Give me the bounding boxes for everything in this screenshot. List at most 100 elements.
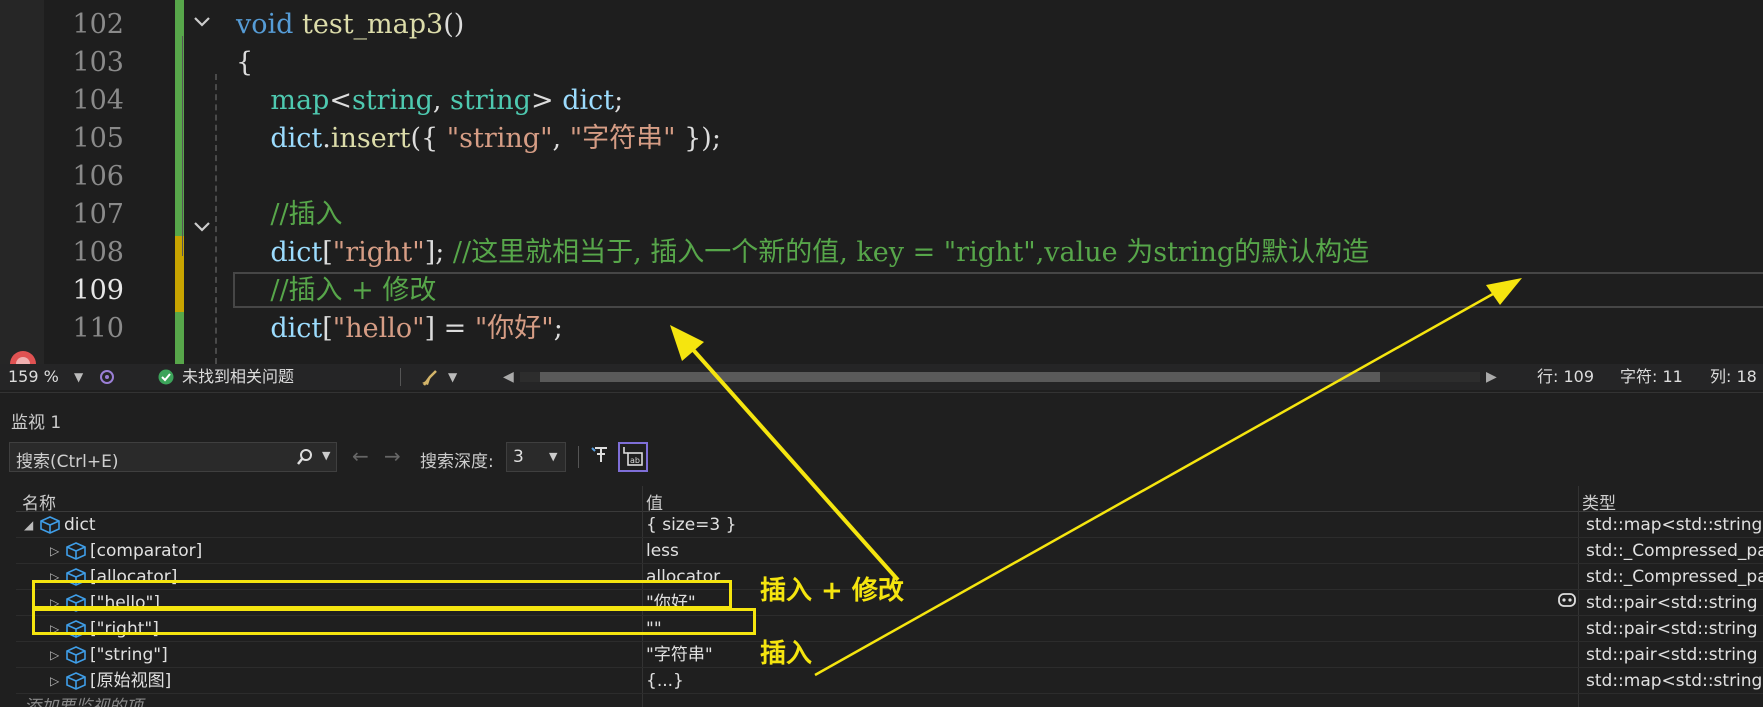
editor-status-bar: 159 % ▼ 未找到相关问题 ▼ ◀ ▶ 行: 109 字符: 11 列: 1… bbox=[0, 364, 1763, 390]
code-text[interactable]: dict["hello"] = "你好"; bbox=[236, 310, 562, 348]
code-text[interactable]: void test_map3() bbox=[236, 6, 464, 44]
annotation-insert-modify: 插入 + 修改 bbox=[760, 576, 904, 606]
code-token: [ bbox=[322, 237, 333, 268]
code-text[interactable]: dict["right"]; //这里就相当于, 插入一个新的值, key = … bbox=[236, 234, 1369, 272]
watch-row-type: std::map<std::string,std::string> bbox=[1586, 515, 1763, 535]
expand-arrow-icon[interactable]: ▷ bbox=[50, 538, 59, 564]
divider bbox=[400, 368, 401, 386]
copilot-icon[interactable] bbox=[1556, 589, 1578, 609]
watch-window: 监视 1 搜索(Ctrl+E) ▼ ← → 搜索深度: 3 ▼ ab 名称 值 … bbox=[0, 392, 1763, 707]
watch-row-value[interactable]: {...} bbox=[646, 668, 684, 694]
watch-row-value[interactable]: less bbox=[646, 538, 679, 564]
highlight-box-right-row bbox=[32, 608, 756, 635]
code-text[interactable]: map<string, string> dict; bbox=[236, 82, 623, 120]
code-token: ] = bbox=[424, 313, 475, 344]
watch-row-value[interactable]: "字符串" bbox=[646, 642, 713, 668]
char-indicator[interactable]: 字符: 11 bbox=[1620, 364, 1683, 390]
watch-row-value[interactable]: { size=3 } bbox=[646, 512, 736, 538]
code-line[interactable]: 104 map<string, string> dict; bbox=[0, 82, 1763, 120]
search-depth-select[interactable]: 3 ▼ bbox=[506, 442, 566, 472]
watch-row-type: std::pair<std::string const bbox=[1586, 645, 1763, 665]
watch-row[interactable]: ▷ [comparator] less std::_Compressed_pair bbox=[16, 538, 1763, 564]
variable-object-icon bbox=[66, 542, 86, 560]
code-token: [ bbox=[322, 313, 333, 344]
error-glyph-icon bbox=[10, 351, 36, 364]
zoom-dropdown-icon[interactable]: ▼ bbox=[74, 364, 83, 390]
code-text[interactable]: //插入 bbox=[236, 196, 343, 234]
code-token: //插入 bbox=[270, 199, 343, 230]
search-options-dropdown-icon[interactable]: ▼ bbox=[322, 449, 330, 462]
line-number: 107 bbox=[72, 199, 124, 230]
code-token: "字符串" bbox=[569, 123, 676, 154]
hex-display-toggle-button[interactable]: ab bbox=[618, 442, 648, 472]
expand-arrow-icon[interactable]: ▷ bbox=[50, 668, 59, 694]
code-token: map bbox=[270, 85, 330, 116]
watch-row[interactable]: ▷ ["string"] "字符串" std::pair<std::string co… bbox=[16, 642, 1763, 668]
search-forward-icon[interactable]: → bbox=[384, 444, 401, 468]
code-token: ({ bbox=[410, 123, 447, 154]
line-number: 110 bbox=[72, 313, 124, 344]
code-text[interactable]: dict.insert({ "string", "字符串" }); bbox=[236, 120, 721, 158]
code-token: insert bbox=[330, 123, 411, 154]
code-line[interactable]: 109 //插入 + 修改 bbox=[0, 272, 1763, 310]
code-token: "你好" bbox=[474, 313, 554, 344]
code-line[interactable]: 102 void test_map3() bbox=[0, 6, 1763, 44]
code-text[interactable]: { bbox=[236, 44, 253, 82]
search-depth-value: 3 bbox=[513, 447, 524, 467]
column-header-value[interactable]: 值 bbox=[646, 489, 663, 514]
line-number: 109 bbox=[72, 275, 124, 306]
scroll-left-icon[interactable]: ◀ bbox=[503, 364, 514, 390]
collapse-arrow-icon[interactable]: ◢ bbox=[24, 512, 33, 538]
search-back-icon[interactable]: ← bbox=[352, 444, 369, 468]
scrollbar-thumb[interactable] bbox=[540, 372, 1380, 382]
code-line[interactable]: 108 dict["right"]; //这里就相当于, 插入一个新的值, ke… bbox=[0, 234, 1763, 272]
line-indicator[interactable]: 行: 109 bbox=[1537, 364, 1594, 390]
code-line[interactable]: 106 bbox=[0, 158, 1763, 196]
watch-row-name: dict bbox=[64, 515, 96, 535]
watch-row-type: std::pair<std::string const bbox=[1586, 593, 1763, 613]
code-line[interactable]: 107 //插入 bbox=[0, 196, 1763, 234]
add-watch-row[interactable]: 添加要监视的项 bbox=[16, 694, 1763, 707]
col-indicator[interactable]: 列: 18 bbox=[1710, 364, 1757, 390]
search-icon[interactable] bbox=[296, 448, 314, 466]
watch-row[interactable]: ◢ dict { size=3 } std::map<std::string,std:… bbox=[16, 512, 1763, 538]
search-depth-label: 搜索深度: bbox=[420, 452, 494, 472]
line-number: 105 bbox=[72, 123, 124, 154]
variable-object-icon bbox=[66, 646, 86, 664]
cleanup-dropdown-icon[interactable]: ▼ bbox=[448, 364, 457, 390]
code-token: void bbox=[236, 9, 303, 40]
watch-search-input[interactable]: 搜索(Ctrl+E) ▼ bbox=[9, 442, 337, 472]
intellicode-icon[interactable] bbox=[98, 369, 116, 385]
code-token: ]; bbox=[424, 237, 453, 268]
line-number: 104 bbox=[72, 85, 124, 116]
scroll-right-icon[interactable]: ▶ bbox=[1486, 364, 1497, 390]
add-watch-placeholder[interactable]: 添加要监视的项 bbox=[24, 694, 143, 707]
code-line[interactable]: 105 dict.insert({ "string", "字符串" }); bbox=[0, 120, 1763, 158]
pin-icon[interactable] bbox=[586, 442, 616, 472]
code-token: , bbox=[552, 123, 570, 154]
code-token: () bbox=[443, 9, 465, 40]
ab-format-icon: ab bbox=[623, 447, 643, 466]
code-line[interactable]: 110 dict["hello"] = "你好"; bbox=[0, 310, 1763, 348]
code-editor[interactable]: 102 void test_map3() 103{104 map<string, s… bbox=[0, 0, 1763, 364]
horizontal-scrollbar[interactable] bbox=[520, 372, 1480, 382]
watch-window-title[interactable]: 监视 1 bbox=[11, 408, 61, 433]
expand-arrow-icon[interactable]: ▷ bbox=[50, 642, 59, 668]
watch-row-name: [comparator] bbox=[90, 541, 203, 561]
watch-row-name: ["string"] bbox=[90, 645, 168, 665]
column-header-name[interactable]: 名称 bbox=[22, 489, 56, 514]
code-line[interactable]: 103 { bbox=[0, 44, 1763, 82]
cleanup-broom-icon[interactable] bbox=[420, 367, 442, 387]
watch-row[interactable]: ▷ [原始视图] {...} std::map<std::string,std::st… bbox=[16, 668, 1763, 694]
issues-status[interactable]: 未找到相关问题 bbox=[182, 364, 294, 390]
column-header-type[interactable]: 类型 bbox=[1582, 489, 1616, 514]
zoom-level[interactable]: 159 % bbox=[8, 364, 59, 390]
search-placeholder: 搜索(Ctrl+E) bbox=[16, 452, 119, 472]
code-text[interactable]: //插入 + 修改 bbox=[236, 272, 436, 310]
code-token: { bbox=[236, 47, 254, 78]
code-token: "hello" bbox=[332, 313, 425, 344]
